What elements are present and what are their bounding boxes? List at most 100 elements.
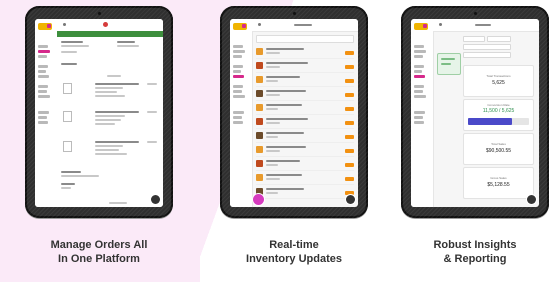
item-price [147,141,157,143]
inventory-row[interactable] [256,87,354,101]
reporting-screen: Total Transactions 5,625 Conversion Rate… [411,19,539,207]
sidebar-item[interactable] [414,45,424,48]
sidebar-item[interactable] [233,70,241,73]
sidebar-item[interactable] [233,65,243,68]
sidebar-item[interactable] [38,116,47,119]
inventory-row[interactable] [256,73,354,87]
stock-toggle[interactable] [345,79,354,83]
inventory-row[interactable] [256,171,354,185]
footer-action[interactable] [109,202,127,204]
item-checkbox[interactable] [63,83,72,94]
sidebar-item[interactable] [414,85,424,88]
location-select[interactable] [487,36,511,42]
sidebar-item[interactable] [38,45,48,48]
filter-select[interactable] [463,52,511,58]
stock-toggle[interactable] [345,51,354,55]
date-range-select[interactable] [463,36,485,42]
inventory-row[interactable] [256,185,354,199]
inventory-topbar [252,19,358,32]
sidebar-item[interactable] [414,55,423,58]
help-button[interactable] [151,195,160,204]
caption-line: Inventory Updates [246,253,342,265]
stock-toggle[interactable] [345,177,354,181]
product-thumbnail [256,118,263,125]
sidebar-item[interactable] [414,90,423,93]
tablet-inventory [220,6,368,218]
sidebar-item[interactable] [38,95,50,98]
product-thumbnail [256,48,263,55]
inventory-row[interactable] [256,45,354,59]
sidebar-item-reports[interactable] [414,75,425,78]
conversion-progress-fill [468,118,512,125]
stock-toggle[interactable] [345,121,354,125]
sidebar-item[interactable] [414,65,424,68]
back-icon[interactable] [439,23,442,26]
sidebar-item[interactable] [233,55,242,58]
sidebar-item[interactable] [233,45,243,48]
camera-dot [473,12,477,15]
item-detail [95,95,125,97]
sidebar-item[interactable] [233,85,243,88]
order-details [57,37,163,207]
item-name [95,111,139,113]
sidebar-item[interactable] [233,50,245,53]
sidebar-item[interactable] [233,111,244,114]
stock-toggle[interactable] [345,149,354,153]
sidebar-item[interactable] [38,111,49,114]
help-button[interactable] [346,195,355,204]
inventory-row[interactable] [256,101,354,115]
item-checkbox[interactable] [63,111,72,122]
sidebar-item[interactable] [38,90,47,93]
sidebar-item-inventory[interactable] [233,75,244,78]
conversion-rate-label: Conversion Rate [487,103,510,107]
conversion-rate-value: 11,500 / 5,625 [482,108,515,114]
reports-title [475,24,491,26]
item-checkbox[interactable] [63,141,72,152]
sidebar-item[interactable] [414,111,425,114]
filter-select[interactable] [463,44,511,50]
inventory-row[interactable] [256,129,354,143]
back-icon[interactable] [258,23,261,26]
stock-toggle[interactable] [345,93,354,97]
caption-orders: Manage Orders All In One Platform [19,238,179,266]
sidebar-item[interactable] [233,116,242,119]
back-icon[interactable] [63,23,66,26]
inventory-row[interactable] [256,59,354,73]
sidebar-item[interactable] [414,50,426,53]
inventory-row[interactable] [256,157,354,171]
sidebar-item[interactable] [38,85,48,88]
sidebar-item[interactable] [414,70,422,73]
sidebar-item[interactable] [38,65,48,68]
sidebar-item[interactable] [233,90,242,93]
product-name [266,132,304,134]
product-name [266,104,302,106]
product-meta [266,94,280,96]
status-line [441,63,451,65]
sidebar-item[interactable] [414,121,424,124]
search-input[interactable] [256,35,354,43]
inventory-row[interactable] [256,115,354,129]
item-detail [95,115,125,117]
caption-line: In One Platform [58,253,140,265]
stock-toggle[interactable] [345,163,354,167]
item-detail [95,119,121,121]
sidebar-item[interactable] [414,116,423,119]
product-thumbnail [256,62,263,69]
sidebar-item[interactable] [38,55,47,58]
sidebar-item[interactable] [38,70,46,73]
caption-line: Manage Orders All [50,239,148,251]
inventory-row[interactable] [256,143,354,157]
sidebar-item-orders[interactable] [38,50,50,53]
stock-toggle[interactable] [345,65,354,69]
sidebar-item[interactable] [233,95,245,98]
stock-toggle[interactable] [345,135,354,139]
sidebar-item[interactable] [38,75,49,78]
sidebar-item[interactable] [233,121,243,124]
camera-dot [97,12,101,15]
product-thumbnail [256,160,263,167]
stock-toggle[interactable] [345,107,354,111]
caption-line: Real-time [269,239,319,251]
sidebar-item[interactable] [38,121,48,124]
sidebar-item[interactable] [414,95,426,98]
help-button[interactable] [527,195,536,204]
